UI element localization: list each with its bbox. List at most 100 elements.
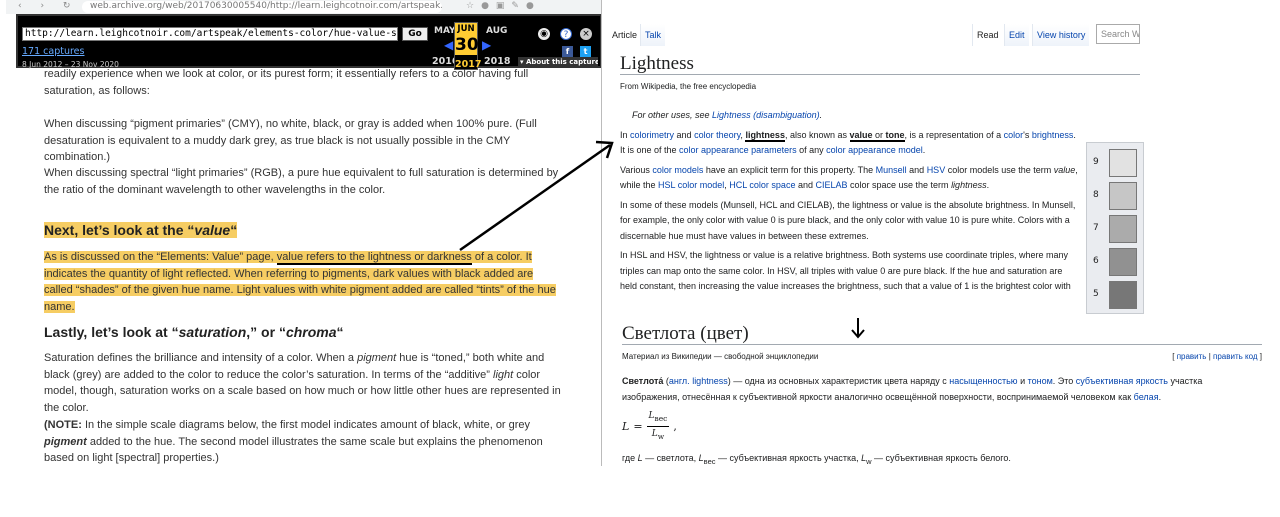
wikipedia-screenshot-panel: Article Talk Read Edit View history Sear… (608, 0, 1280, 517)
color-appearance-model-link[interactable]: color appearance model (826, 145, 923, 155)
note-label: (NOTE: (44, 419, 82, 431)
swatch-color (1109, 149, 1137, 177)
lightness-scale-figure: 9 8 7 6 5 (1086, 142, 1144, 314)
wayback-cur-month: JUN (455, 23, 477, 35)
brightness-link[interactable]: brightness (1032, 130, 1074, 140)
tone-link[interactable]: тоном (1028, 376, 1053, 386)
browser-toolbar: ‹ › ↻ web.archive.org/web/20170630005540… (6, 0, 601, 14)
twitter-icon[interactable]: t (580, 46, 591, 57)
wayback-prev-arrow-icon[interactable]: ◀ (444, 38, 453, 52)
text-segment: Saturation defines the brilliance and in… (44, 352, 358, 364)
munsell-paragraph: In some of these models (Munsell, HCL an… (620, 199, 1076, 241)
heading-text: “ (230, 222, 238, 238)
saturation-link[interactable]: насыщенностью (949, 376, 1017, 386)
swatch-label: 8 (1093, 190, 1099, 200)
text-segment: or (872, 129, 886, 142)
article-paragraph: readily experience when we look at color… (44, 68, 529, 97)
tab-article[interactable]: Article (608, 24, 642, 46)
wayback-next-arrow-icon[interactable]: ▶ (482, 38, 491, 52)
swatch-color (1109, 248, 1137, 276)
swatch-color (1109, 215, 1137, 243)
tab-talk[interactable]: Talk (640, 24, 666, 46)
text-emphasis: pigment (357, 352, 397, 364)
value-heading: Next, let’s look at the “value“ (44, 222, 564, 239)
text-emphasis: light (493, 368, 514, 381)
heading-emphasis: saturation (178, 324, 247, 340)
edit-source-link[interactable]: править код (1213, 352, 1258, 361)
text-segment: — субъективная яркость белого. (871, 452, 1011, 463)
heading-text: “ (336, 324, 344, 340)
facebook-icon[interactable]: f (562, 46, 573, 57)
text-segment: In (620, 129, 631, 140)
hsl-link[interactable]: HSL color model (658, 180, 724, 190)
page-title: Lightness (620, 54, 1140, 75)
edit-link[interactable]: править (1177, 352, 1207, 361)
browser-extension-icons[interactable]: ☆●▣✎● (466, 1, 541, 11)
text-segment: , is a representation of a (904, 129, 1004, 140)
text-segment: color space use the term (847, 180, 952, 190)
hsl-hsv-paragraph: In HSL and HSV, the lightness or value i… (620, 250, 1071, 291)
saturation-paragraph: Saturation defines the brilliance and in… (44, 350, 564, 416)
wayback-go-button[interactable]: Go (402, 27, 428, 41)
text-segment: . Это (1052, 376, 1076, 386)
text-segment: — субъективная яркость участка, (715, 452, 862, 463)
tone-term: tone (885, 129, 905, 142)
article-paragraph: When discussing spectral “light primarie… (44, 167, 559, 196)
swatch-color (1109, 182, 1137, 210)
text-segment: of any (796, 145, 827, 155)
tab-view-history[interactable]: View history (1032, 24, 1090, 46)
text-segment: где (622, 452, 638, 463)
wayback-captures-link[interactable]: 171 captures (22, 46, 84, 57)
cielab-link[interactable]: CIELAB (815, 180, 847, 190)
text-segment: , also known as (784, 129, 850, 140)
wayback-url-input[interactable]: http://learn.leighcotnoir.com/artspeak/e… (22, 27, 398, 41)
subjective-brightness-link[interactable]: субъективная яркость (1076, 376, 1168, 386)
wikipedia-search-input[interactable]: Search W (1096, 24, 1140, 44)
swatch-label: 9 (1093, 157, 1099, 167)
wayback-prev-month[interactable]: MAY (434, 26, 456, 36)
color-theory-link[interactable]: color theory (694, 130, 740, 140)
english-link[interactable]: англ. lightness (669, 376, 728, 386)
text-segment: and (674, 129, 695, 140)
close-icon[interactable]: × (580, 28, 592, 40)
models-paragraph: Various color models have an explicit te… (620, 163, 1080, 194)
wayback-current-date: JUN 30 2017 (454, 22, 481, 70)
text-emphasis: value (1053, 164, 1076, 175)
text-emphasis: pigment (44, 435, 87, 448)
color-models-link[interactable]: color models (652, 165, 703, 175)
user-icon[interactable]: ◉ (538, 28, 550, 40)
ru-definitions-paragraph: где L — светлота, Lвес — субъективная яр… (622, 451, 1262, 469)
formula-sub: вес (654, 413, 668, 423)
text-segment: . (922, 145, 926, 155)
tab-edit[interactable]: Edit (1004, 24, 1029, 46)
color-link[interactable]: color (1004, 130, 1024, 140)
text-segment: 's (1023, 129, 1032, 140)
swatch-label: 5 (1093, 289, 1099, 299)
disambiguation-link[interactable]: Lightness (disambiguation) (712, 110, 820, 120)
wayback-next-month[interactable]: AUG (486, 26, 507, 36)
formula-comma: , (673, 420, 677, 434)
formula-fraction: Lвес Lw (646, 409, 670, 445)
text-segment: . (1158, 391, 1162, 402)
hsv-link[interactable]: HSV (927, 165, 946, 175)
wayback-toolbar: http://learn.leighcotnoir.com/artspeak/e… (16, 14, 601, 70)
white-link[interactable]: белая (1134, 392, 1159, 402)
value-heading-text: Next, let’s look at the “value“ (44, 222, 238, 238)
swatch-label: 6 (1093, 256, 1099, 266)
hcl-link[interactable]: HCL color space (729, 180, 795, 190)
swatch-label: 7 (1093, 223, 1099, 233)
article-screenshot-panel: ‹ › ↻ web.archive.org/web/20170630005540… (6, 0, 602, 466)
browser-nav-icons[interactable]: ‹ › ↻ (18, 1, 78, 11)
browser-address-bar[interactable]: web.archive.org/web/20170630005540/http:… (82, 1, 442, 13)
tab-read[interactable]: Read (972, 24, 1003, 46)
heading-text: ,” or “ (246, 324, 286, 340)
value-paragraph: As is discussed on the “Elements: Value”… (44, 249, 564, 315)
colorimetry-link[interactable]: colorimetry (630, 130, 674, 140)
lightness-term: lightness (745, 129, 785, 142)
help-icon[interactable]: ? (560, 28, 572, 40)
color-appearance-parameters-link[interactable]: color appearance parameters (679, 145, 797, 155)
munsell-link[interactable]: Munsell (876, 165, 907, 175)
saturation-heading: Lastly, let’s look at “saturation,” or “… (44, 324, 564, 341)
wayback-cur-day: 30 (455, 35, 479, 55)
wikipedia-tabs: Article Talk Read Edit View history Sear… (608, 0, 1280, 50)
